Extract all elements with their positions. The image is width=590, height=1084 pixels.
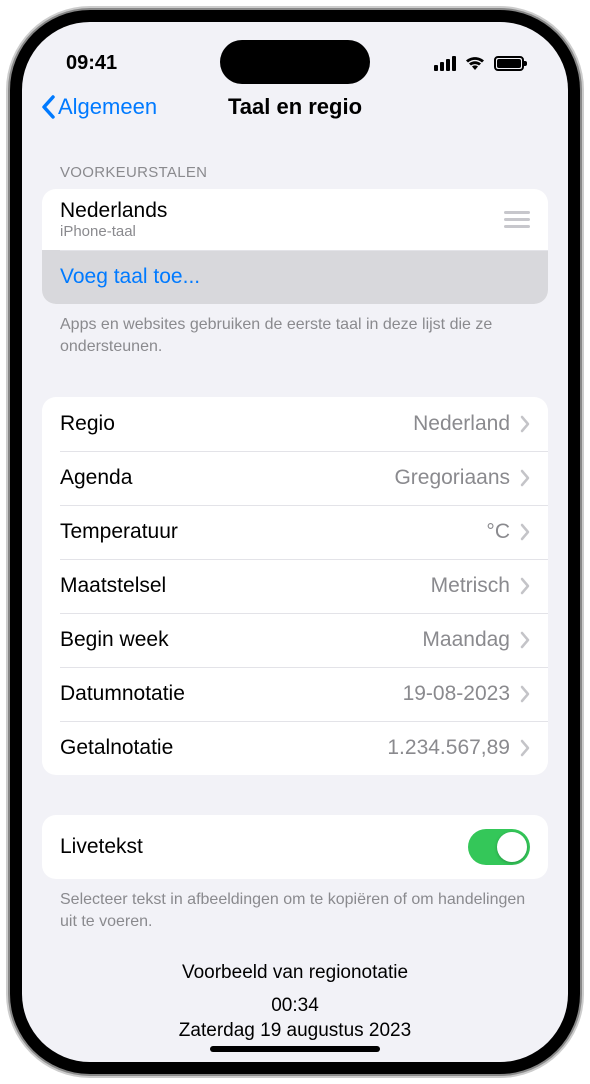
temperature-row[interactable]: Temperatuur °C — [42, 505, 548, 559]
livetext-row[interactable]: Livetekst — [42, 815, 548, 879]
chevron-right-icon — [520, 685, 530, 703]
language-row[interactable]: Nederlands iPhone-taal — [42, 189, 548, 250]
preferred-languages-footer: Apps en websites gebruiken de eerste taa… — [42, 304, 548, 357]
dynamic-island — [220, 40, 370, 84]
drag-handle-icon[interactable] — [504, 211, 530, 228]
language-name: Nederlands — [60, 199, 167, 223]
wifi-icon — [464, 55, 486, 71]
row-value: Nederland — [413, 412, 510, 436]
battery-icon — [494, 56, 524, 71]
livetext-toggle[interactable] — [468, 829, 530, 865]
back-button[interactable]: Algemeen — [40, 94, 157, 120]
chevron-right-icon — [520, 469, 530, 487]
region-settings-group: Regio Nederland Agenda Gregoriaans Tempe… — [42, 397, 548, 775]
week-start-row[interactable]: Begin week Maandag — [42, 613, 548, 667]
back-label: Algemeen — [58, 94, 157, 120]
preview-title: Voorbeeld van regionotatie — [42, 962, 548, 984]
preview-date: Zaterdag 19 augustus 2023 — [42, 1019, 548, 1044]
row-label: Regio — [60, 412, 115, 436]
row-label: Maatstelsel — [60, 574, 166, 598]
row-label: Datumnotatie — [60, 682, 185, 706]
date-format-row[interactable]: Datumnotatie 19-08-2023 — [42, 667, 548, 721]
region-preview: Voorbeeld van regionotatie 00:34 Zaterda… — [42, 932, 548, 1043]
cellular-icon — [434, 56, 456, 71]
row-value: Metrisch — [431, 574, 510, 598]
preview-time: 00:34 — [42, 994, 548, 1019]
navigation-bar: Algemeen Taal en regio — [22, 82, 568, 136]
row-value: 19-08-2023 — [403, 682, 510, 706]
add-language-button[interactable]: Voeg taal toe... — [42, 250, 548, 304]
region-row[interactable]: Regio Nederland — [42, 397, 548, 451]
preferred-languages-header: VOORKEURSTALEN — [42, 136, 548, 189]
measurement-row[interactable]: Maatstelsel Metrisch — [42, 559, 548, 613]
calendar-row[interactable]: Agenda Gregoriaans — [42, 451, 548, 505]
livetext-label: Livetekst — [60, 835, 143, 859]
chevron-right-icon — [520, 631, 530, 649]
number-format-row[interactable]: Getalnotatie 1.234.567,89 — [42, 721, 548, 775]
language-subtitle: iPhone-taal — [60, 223, 167, 240]
livetext-footer: Selecteer tekst in afbeeldingen om te ko… — [42, 879, 548, 932]
home-indicator[interactable] — [210, 1046, 380, 1052]
row-label: Getalnotatie — [60, 736, 173, 760]
row-value: Gregoriaans — [394, 466, 510, 490]
chevron-right-icon — [520, 415, 530, 433]
row-value: °C — [486, 520, 510, 544]
livetext-group: Livetekst — [42, 815, 548, 879]
row-value: 1.234.567,89 — [387, 736, 510, 760]
chevron-right-icon — [520, 523, 530, 541]
add-language-label: Voeg taal toe... — [60, 265, 200, 289]
chevron-right-icon — [520, 577, 530, 595]
row-label: Begin week — [60, 628, 169, 652]
row-value: Maandag — [422, 628, 510, 652]
chevron-left-icon — [40, 95, 56, 119]
row-label: Agenda — [60, 466, 132, 490]
preferred-languages-group: Nederlands iPhone-taal Voeg taal toe... — [42, 189, 548, 304]
chevron-right-icon — [520, 739, 530, 757]
row-label: Temperatuur — [60, 520, 178, 544]
